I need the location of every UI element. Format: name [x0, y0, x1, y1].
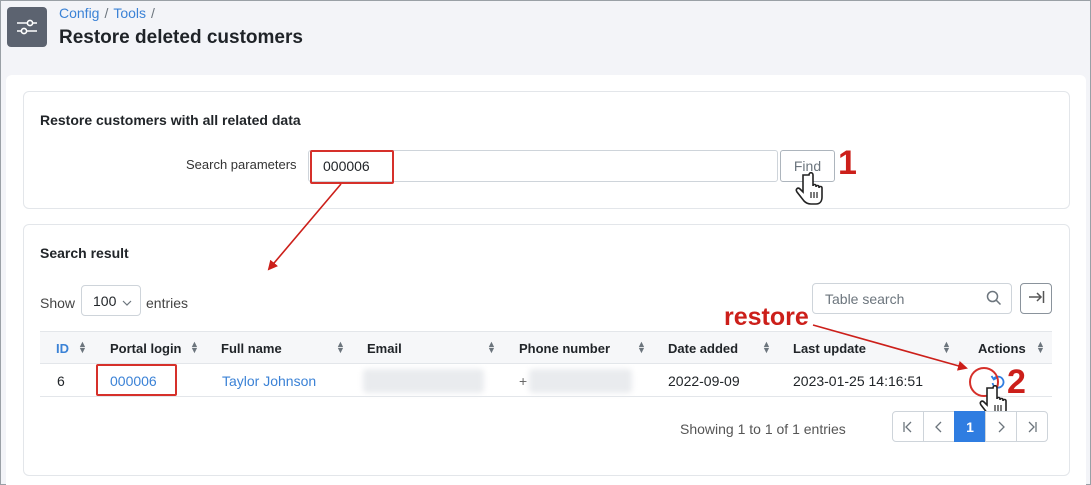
cell-last-update: 2023-01-25 14:16:51 — [793, 373, 923, 389]
sort-icon[interactable]: ▲ ▼ — [1036, 340, 1045, 355]
table-row: 6 000006 Taylor Johnson + 2022-09-09 202… — [40, 363, 1052, 397]
chevron-down-icon — [122, 293, 132, 309]
chevron-left-icon — [935, 421, 942, 432]
find-button[interactable]: Find — [780, 150, 835, 182]
annotation-restore-label: restore — [724, 303, 809, 331]
search-icon — [986, 290, 1002, 309]
last-page-button[interactable] — [1016, 411, 1048, 442]
page-title: Restore deleted customers — [59, 27, 303, 48]
restore-icon[interactable] — [987, 371, 1009, 393]
first-page-icon — [903, 421, 912, 432]
breadcrumb-separator: / — [104, 5, 109, 21]
entries-per-page-select[interactable]: 100 — [81, 285, 141, 316]
page-1-button[interactable]: 1 — [954, 411, 986, 442]
column-header-id[interactable]: ID — [56, 341, 69, 356]
sort-icon[interactable]: ▲ ▼ — [942, 340, 951, 355]
search-value-highlight — [310, 150, 394, 184]
cell-email-redacted — [363, 369, 484, 393]
showing-entries-text: Showing 1 to 1 of 1 entries — [680, 421, 846, 437]
sort-icon[interactable]: ▲ ▼ — [336, 340, 345, 355]
column-header-phone-number[interactable]: Phone number — [519, 341, 610, 356]
cell-id: 6 — [57, 373, 65, 389]
sort-icon[interactable]: ▲ ▼ — [78, 340, 87, 355]
first-page-button[interactable] — [892, 411, 924, 442]
pagination: 1 — [892, 411, 1048, 442]
page-header: Config / Tools / Restore deleted customers — [1, 1, 1090, 65]
cell-date-added: 2022-09-09 — [668, 373, 740, 389]
column-header-date-added[interactable]: Date added — [668, 341, 738, 356]
sort-icon[interactable]: ▲ ▼ — [637, 340, 646, 355]
last-page-icon — [1028, 421, 1037, 432]
column-header-portal-login[interactable]: Portal login — [110, 341, 182, 356]
breadcrumb-tools[interactable]: Tools — [113, 5, 146, 21]
table-search-input[interactable] — [812, 283, 1012, 314]
breadcrumb: Config / Tools / — [59, 5, 160, 21]
column-header-email[interactable]: Email — [367, 341, 402, 356]
restore-card: Restore customers with all related data … — [23, 91, 1070, 209]
cell-phone-prefix: + — [519, 373, 528, 389]
portal-login-highlight — [96, 364, 177, 396]
column-header-last-update[interactable]: Last update — [793, 341, 866, 356]
column-header-full-name[interactable]: Full name — [221, 341, 282, 356]
previous-page-button[interactable] — [923, 411, 955, 442]
breadcrumb-separator: / — [151, 5, 155, 21]
sort-icon[interactable]: ▲ ▼ — [762, 340, 771, 355]
search-result-card: Search result Show 100 entries ID ▲▼ Por… — [23, 224, 1070, 476]
results-table: ID ▲ ▼ Portal login ▲ ▼ Full name ▲ ▼ Email… — [40, 331, 1052, 397]
cell-phone-redacted — [529, 369, 632, 393]
export-button[interactable] — [1020, 283, 1052, 314]
chevron-right-icon — [998, 421, 1005, 432]
sliders-icon — [7, 7, 47, 47]
search-parameters-label: Search parameters — [186, 157, 297, 172]
restore-card-title: Restore customers with all related data — [40, 112, 301, 128]
cell-full-name-link[interactable]: Taylor Johnson — [222, 373, 316, 389]
show-label: Show — [40, 295, 76, 311]
entries-per-page-value: 100 — [93, 292, 117, 309]
table-header: ID ▲ ▼ Portal login ▲ ▼ Full name ▲ ▼ Email… — [40, 331, 1052, 363]
export-icon — [1027, 290, 1045, 307]
entries-label: entries — [146, 295, 189, 311]
next-page-button[interactable] — [985, 411, 1017, 442]
search-result-title: Search result — [40, 245, 129, 261]
column-header-actions: Actions — [978, 341, 1026, 356]
annotation-step-2: 2 — [1007, 363, 1026, 401]
main-content: Restore customers with all related data … — [6, 75, 1086, 485]
breadcrumb-config[interactable]: Config — [59, 5, 99, 21]
sort-icon[interactable]: ▲ ▼ — [487, 340, 496, 355]
annotation-step-1: 1 — [838, 144, 857, 182]
sort-icon[interactable]: ▲ ▼ — [190, 340, 199, 355]
